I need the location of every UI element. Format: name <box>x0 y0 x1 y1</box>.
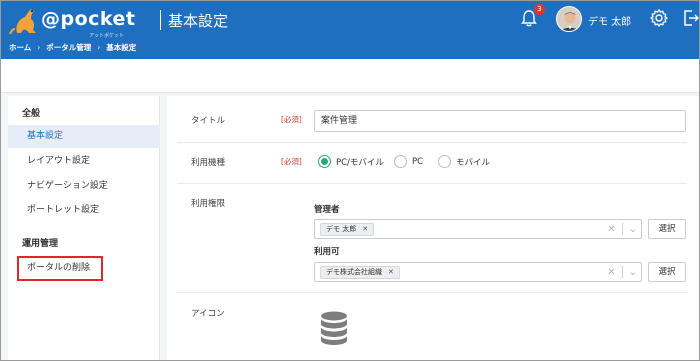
chevron-down-icon[interactable]: ⌄ <box>629 224 637 235</box>
radio-mobile-label: モバイル <box>456 157 491 168</box>
radio-mobile[interactable]: モバイル <box>438 155 490 168</box>
select-controls: ✕ ⌄ <box>607 266 637 278</box>
header-divider <box>160 10 161 30</box>
chip-remove-icon[interactable]: ✕ <box>388 267 394 278</box>
page-title: 基本設定 <box>168 12 229 30</box>
user-chip: デモ株式会社組織 ✕ <box>320 266 400 279</box>
sidebar-item-layout-settings[interactable]: レイアウト設定 <box>8 150 160 173</box>
user-label: 利用可 <box>314 247 340 257</box>
database-icon[interactable] <box>319 311 349 345</box>
sidebar-item-navigation-settings[interactable]: ナビゲーション設定 <box>8 175 160 198</box>
admin-chip-label: デモ 太郎 <box>326 225 357 233</box>
select-controls: ✕ ⌄ <box>607 223 637 235</box>
breadcrumb-separator-icon: › <box>97 43 101 52</box>
sidebar-item-portlet-settings[interactable]: ポートレット設定 <box>8 199 160 222</box>
radio-pc-mobile[interactable]: PC/モバイル <box>318 155 384 168</box>
user-chip-label: デモ株式会社組織 <box>326 268 382 276</box>
radio-pc-mobile-label: PC/モバイル <box>336 157 384 168</box>
row-divider <box>177 142 687 143</box>
title-input[interactable]: 案件管理 <box>314 110 686 132</box>
sidebar-section-operation: 運用管理 <box>22 239 59 249</box>
radio-pc-label: PC <box>412 156 424 167</box>
row-divider <box>177 292 687 293</box>
select-divider <box>621 266 623 278</box>
device-label: 利用機種 <box>191 158 226 168</box>
select-divider <box>621 223 623 235</box>
settings-sidebar: 全般 基本設定 レイアウト設定 ナビゲーション設定 ポートレット設定 運用管理 … <box>8 96 160 360</box>
logo-subtext: アットポケット <box>89 33 125 39</box>
sidebar-item-basic-settings[interactable]: 基本設定 <box>8 125 160 148</box>
radio-pc[interactable]: PC <box>394 155 423 168</box>
logo-text[interactable]: @pocket <box>41 8 136 30</box>
chip-remove-icon[interactable]: ✕ <box>362 224 368 235</box>
admin-select[interactable]: デモ 太郎 ✕ ✕ ⌄ <box>314 219 642 239</box>
row-divider <box>177 183 687 184</box>
notification-badge: 3 <box>534 4 545 15</box>
clear-icon[interactable]: ✕ <box>607 267 615 278</box>
delete-portal-highlight <box>17 256 103 281</box>
title-required-badge: [必須] <box>281 115 302 124</box>
avatar[interactable] <box>556 6 582 32</box>
user-select-button[interactable]: 選択 <box>648 262 686 282</box>
kangaroo-logo-icon[interactable] <box>9 5 41 37</box>
gear-icon[interactable] <box>649 8 669 28</box>
sidebar-section-general: 全般 <box>22 109 41 119</box>
title-label: タイトル <box>191 116 226 126</box>
chevron-down-icon[interactable]: ⌄ <box>629 267 637 278</box>
radio-unselected-icon[interactable] <box>394 155 407 168</box>
device-required-badge: [必須] <box>281 157 302 166</box>
permission-label: 利用権限 <box>191 199 226 209</box>
admin-chip: デモ 太郎 ✕ <box>320 223 375 236</box>
icon-label: アイコン <box>191 309 225 319</box>
user-select[interactable]: デモ株式会社組織 ✕ ✕ ⌄ <box>314 262 642 282</box>
breadcrumb-current: 基本設定 <box>106 43 137 52</box>
radio-unselected-icon[interactable] <box>438 155 451 168</box>
clear-icon[interactable]: ✕ <box>607 224 615 235</box>
admin-select-button[interactable]: 選択 <box>648 219 686 239</box>
user-name[interactable]: デモ 太郎 <box>588 13 631 28</box>
breadcrumb-home[interactable]: ホーム <box>9 42 31 53</box>
radio-selected-icon[interactable] <box>318 155 331 168</box>
breadcrumb: ホーム › ポータル管理 › 基本設定 <box>9 42 136 53</box>
app-window: @pocket アットポケット 基本設定 ホーム › ポータル管理 › 基本設定… <box>0 0 700 361</box>
top-header: @pocket アットポケット 基本設定 ホーム › ポータル管理 › 基本設定… <box>1 1 699 59</box>
logout-icon[interactable] <box>683 8 699 28</box>
toolbar-band <box>1 59 699 93</box>
admin-label: 管理者 <box>314 205 340 215</box>
settings-form-panel: タイトル [必須] 案件管理 利用機種 [必須] PC/モバイル PC モバイル… <box>167 96 699 360</box>
breadcrumb-portal-admin[interactable]: ポータル管理 <box>46 42 91 53</box>
breadcrumb-separator-icon: › <box>37 43 41 52</box>
